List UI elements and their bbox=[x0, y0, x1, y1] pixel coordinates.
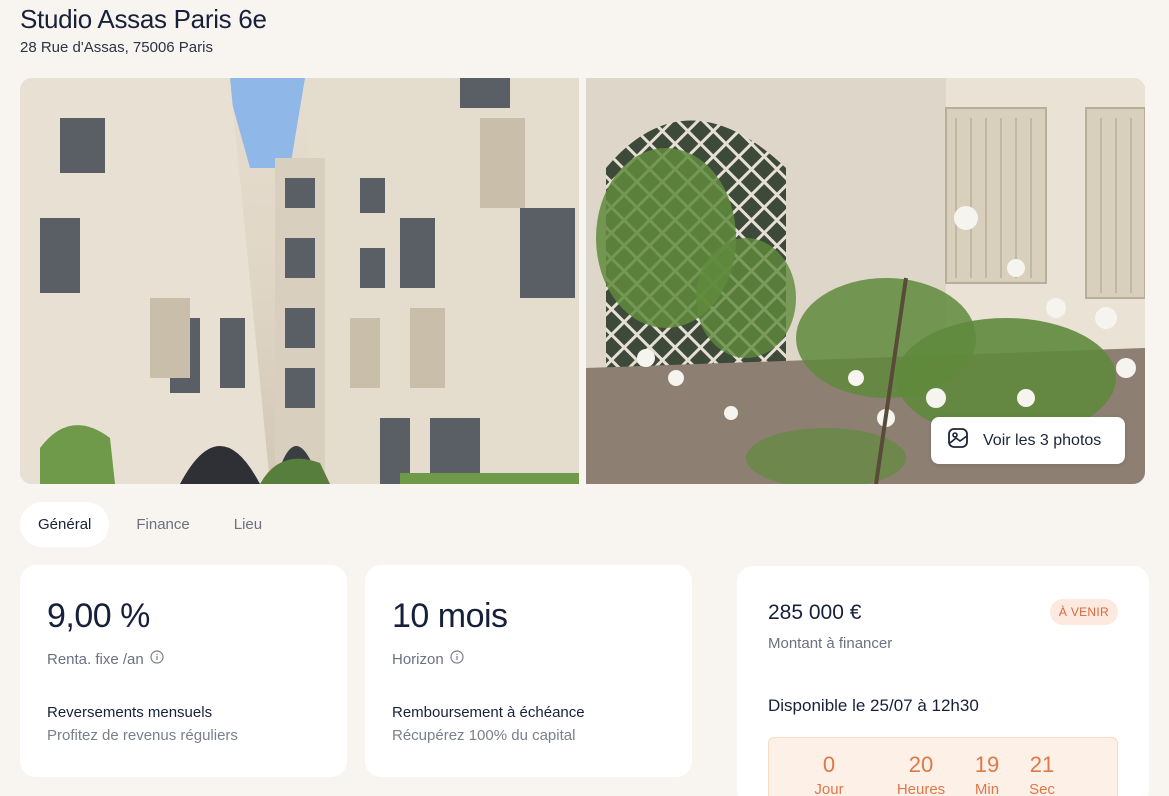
yield-value: 9,00 % bbox=[47, 597, 150, 635]
horizon-label-row: Horizon bbox=[392, 650, 464, 668]
courtyard-facade-illustration bbox=[20, 78, 579, 484]
horizon-value: 10 mois bbox=[392, 597, 508, 635]
info-icon[interactable] bbox=[450, 650, 464, 668]
tab-lieu[interactable]: Lieu bbox=[216, 502, 280, 547]
stat-card-yield: 9,00 % Renta. fixe /an Reversements mens… bbox=[20, 565, 347, 777]
image-icon bbox=[947, 427, 969, 454]
listing-address: 28 Rue d'Assas, 75006 Paris bbox=[20, 39, 213, 56]
countdown-minutes-label: Min bbox=[974, 781, 1000, 796]
tab-general[interactable]: Général bbox=[20, 502, 110, 547]
horizon-label: Horizon bbox=[392, 650, 444, 668]
horizon-feature-title: Remboursement à échéance bbox=[392, 704, 585, 721]
yield-label: Renta. fixe /an bbox=[47, 650, 144, 668]
stat-card-horizon: 10 mois Horizon Remboursement à échéance… bbox=[365, 565, 692, 777]
availability-text: Disponible le 25/07 à 12h30 bbox=[768, 696, 979, 715]
countdown-minutes-value: 19 bbox=[974, 752, 1000, 777]
funding-amount-label: Montant à financer bbox=[768, 635, 893, 652]
listing-title: Studio Assas Paris 6e bbox=[20, 4, 267, 34]
countdown-days-label: Jour bbox=[814, 781, 844, 796]
countdown-days-value: 0 bbox=[822, 752, 836, 777]
countdown-timer: 0 Jour 20 Heures 19 Min 21 Sec bbox=[768, 737, 1118, 796]
yield-feature-desc: Profitez de revenus réguliers bbox=[47, 727, 238, 744]
countdown-hours-value: 20 bbox=[908, 752, 934, 777]
funding-card: 285 000 € Montant à financer À VENIR Dis… bbox=[737, 566, 1149, 796]
countdown-hours: 20 Heures bbox=[891, 752, 951, 796]
status-badge: À VENIR bbox=[1049, 599, 1118, 625]
horizon-feature-desc: Récupérez 100% du capital bbox=[392, 727, 576, 744]
countdown-seconds-label: Sec bbox=[1029, 781, 1055, 796]
yield-feature-title: Reversements mensuels bbox=[47, 704, 213, 721]
funding-amount: 285 000 € bbox=[768, 601, 862, 624]
countdown-seconds: 21 Sec bbox=[1024, 752, 1060, 796]
tab-finance[interactable]: Finance bbox=[118, 502, 207, 547]
info-icon[interactable] bbox=[150, 650, 164, 668]
countdown-hours-label: Heures bbox=[896, 781, 946, 796]
yield-label-row: Renta. fixe /an bbox=[47, 650, 164, 668]
countdown-minutes: 19 Min bbox=[969, 752, 1005, 796]
view-photos-label: Voir les 3 photos bbox=[983, 431, 1102, 449]
countdown-days: 0 Jour bbox=[811, 752, 847, 796]
countdown-seconds-value: 21 bbox=[1029, 752, 1055, 777]
photo-courtyard-facade[interactable] bbox=[20, 78, 579, 484]
view-photos-button[interactable]: Voir les 3 photos bbox=[931, 417, 1125, 464]
tab-bar: Général Finance Lieu bbox=[20, 502, 280, 547]
